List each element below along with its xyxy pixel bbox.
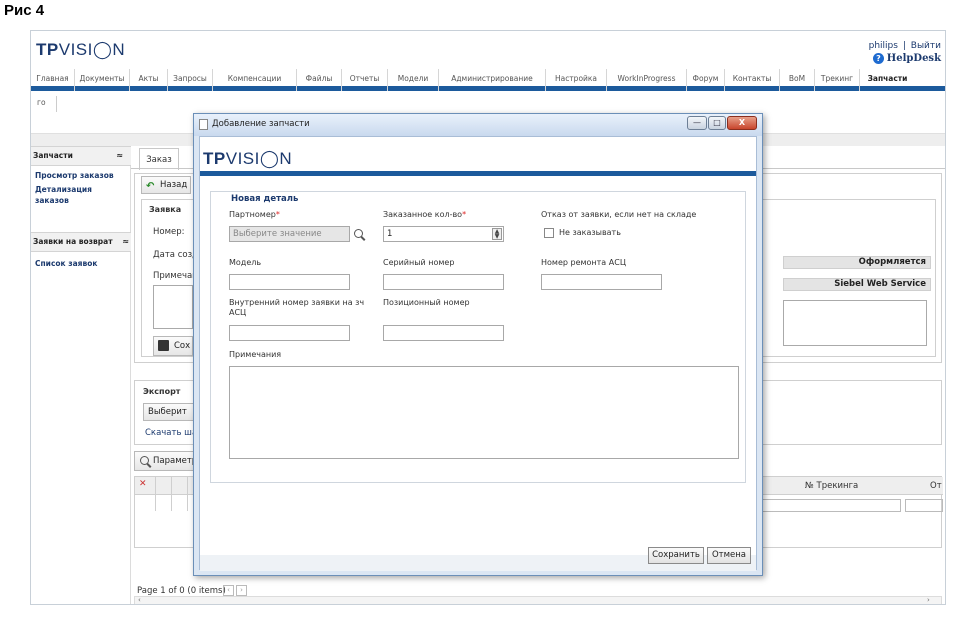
figure-caption: Рис 4 xyxy=(4,2,45,19)
serial-input[interactable] xyxy=(383,274,504,290)
nav-item-tracking[interactable]: Трекинг xyxy=(815,69,860,91)
column-divider xyxy=(187,477,188,511)
internal-number-label: Внутренний номер заявки на зч АСЦ xyxy=(229,298,365,317)
new-part-group: Новая деталь Партномер* Выберите значени… xyxy=(210,191,746,483)
sidebar-section-parts[interactable]: Запчасти ≈ xyxy=(31,146,131,166)
status-badge: Оформляется xyxy=(783,256,931,269)
repair-number-label: Номер ремонта АСЦ xyxy=(541,258,627,267)
no-order-checkbox[interactable] xyxy=(544,228,554,238)
no-order-label: Не заказывать xyxy=(559,228,621,237)
partnumber-input[interactable]: Выберите значение xyxy=(229,226,350,242)
nav-item-bom[interactable]: BoM xyxy=(780,69,815,91)
help-icon[interactable]: ? xyxy=(872,53,884,64)
dialog-titlebar[interactable]: Добавление запчасти — □ X xyxy=(194,114,762,136)
back-arrow-icon: ↶ xyxy=(146,181,155,192)
notes-textarea[interactable] xyxy=(229,366,739,459)
nav-item-workinprogress[interactable]: WorkInProgress xyxy=(607,69,687,91)
internal-number-input[interactable] xyxy=(229,325,350,341)
right-textarea[interactable] xyxy=(783,300,927,346)
model-label: Модель xyxy=(229,258,262,267)
search-icon xyxy=(140,456,149,465)
request-section-title: Заявка xyxy=(149,205,182,214)
subtab[interactable]: го xyxy=(35,96,57,112)
dialog-title: Добавление запчасти xyxy=(212,119,310,129)
close-button[interactable]: X xyxy=(727,116,757,130)
nav-item-requests[interactable]: Запросы xyxy=(168,69,213,91)
nav-item-home[interactable]: Главная xyxy=(31,69,75,91)
sidebar: Запчасти ≈ Просмотр заказов Детализация … xyxy=(31,146,131,604)
source-badge: Siebel Web Service xyxy=(783,278,931,291)
qty-stepper[interactable]: 1 ▲ ▼ xyxy=(383,226,504,242)
nav-item-acts[interactable]: Акты xyxy=(130,69,168,91)
sidebar-link-order-details[interactable]: Детализация заказов xyxy=(35,184,105,206)
column-partial[interactable]: От xyxy=(930,481,942,491)
document-icon xyxy=(199,119,208,130)
pager-text: Page 1 of 0 (0 items) xyxy=(137,586,226,596)
nav-item-parts[interactable]: Запчасти xyxy=(860,69,915,91)
position-number-input[interactable] xyxy=(383,325,504,341)
horizontal-scrollbar[interactable]: ‹ › xyxy=(134,596,942,604)
logo-bar xyxy=(200,171,756,176)
nav-item-models[interactable]: Модели xyxy=(388,69,439,91)
save-order-button[interactable]: Сох xyxy=(153,336,193,356)
maximize-button[interactable]: □ xyxy=(708,116,726,130)
save-button[interactable]: Сохранить xyxy=(648,547,704,564)
save-icon xyxy=(158,340,169,351)
nav-item-reports[interactable]: Отчеты xyxy=(342,69,388,91)
sidebar-link-returns-list[interactable]: Список заявок xyxy=(35,258,97,269)
cancel-button[interactable]: Отмена xyxy=(707,547,751,564)
sidebar-link-orders[interactable]: Просмотр заказов xyxy=(35,170,114,181)
note-textarea[interactable] xyxy=(153,285,193,329)
position-number-label: Позиционный номер xyxy=(383,298,470,307)
helpdesk-link[interactable]: HelpDesk xyxy=(887,53,941,64)
add-part-dialog: Добавление запчасти — □ X TPVISI◯N Новая… xyxy=(193,113,763,576)
clear-filter-icon[interactable]: ✕ xyxy=(139,479,147,489)
nav-item-compensations[interactable]: Компенсации xyxy=(213,69,297,91)
partnumber-label: Партномер* xyxy=(229,210,280,219)
refuse-label: Отказ от заявки, если нет на складе xyxy=(541,210,697,219)
qty-label: Заказанное кол-во* xyxy=(383,210,467,219)
repair-number-input[interactable] xyxy=(541,274,662,290)
nav-item-forum[interactable]: Форум xyxy=(687,69,725,91)
search-icon[interactable] xyxy=(354,229,363,238)
notes-label: Примечания xyxy=(229,350,282,359)
serial-label: Серийный номер xyxy=(383,258,455,267)
number-label: Номер: xyxy=(153,227,185,237)
scroll-right-icon[interactable]: › xyxy=(927,596,930,604)
scroll-left-icon[interactable]: ‹ xyxy=(138,596,141,604)
column-divider xyxy=(171,477,172,511)
nav-item-contacts[interactable]: Контакты xyxy=(725,69,780,91)
nav-item-documents[interactable]: Документы xyxy=(75,69,130,91)
nav-item-administration[interactable]: Администрирование xyxy=(439,69,546,91)
nav-item-files[interactable]: Файлы xyxy=(297,69,342,91)
dialog-body: TPVISI◯N Новая деталь Партномер* Выберит… xyxy=(199,136,757,571)
export-section-title: Экспорт xyxy=(143,387,181,396)
spinner-icon[interactable]: ▲ ▼ xyxy=(492,228,502,240)
user-name[interactable]: philips xyxy=(869,41,898,51)
date-label: Дата созд xyxy=(153,250,198,260)
user-area: philips | Выйти ? HelpDesk xyxy=(831,41,941,64)
nav-item-settings[interactable]: Настройка xyxy=(546,69,607,91)
column-divider xyxy=(155,477,156,511)
filter-partial[interactable] xyxy=(905,499,943,512)
main-nav: Главная Документы Акты Запросы Компенсац… xyxy=(31,69,945,91)
pager-next-icon[interactable]: › xyxy=(236,585,247,596)
collapse-icon[interactable]: ≈ xyxy=(116,147,123,165)
minimize-button[interactable]: — xyxy=(687,116,707,130)
note-label: Примечан xyxy=(153,271,198,281)
group-title: Новая деталь xyxy=(229,194,301,204)
column-tracking[interactable]: № Трекинга xyxy=(805,481,858,491)
pager-prev-icon[interactable]: ‹ xyxy=(223,585,234,596)
tab-order[interactable]: Заказ xyxy=(139,148,179,170)
logout-link[interactable]: Выйти xyxy=(911,41,941,51)
model-input[interactable] xyxy=(229,274,350,290)
collapse-icon[interactable]: ≈ xyxy=(122,233,129,251)
tpvision-logo: TPVISI◯N xyxy=(36,40,126,59)
download-template-link[interactable]: Скачать ша xyxy=(145,428,197,438)
back-button[interactable]: ↶ Назад xyxy=(141,176,191,194)
sidebar-section-returns[interactable]: Заявки на возврат ≈ xyxy=(31,232,131,252)
separator: | xyxy=(902,41,906,51)
tpvision-logo: TPVISI◯N xyxy=(203,149,293,168)
